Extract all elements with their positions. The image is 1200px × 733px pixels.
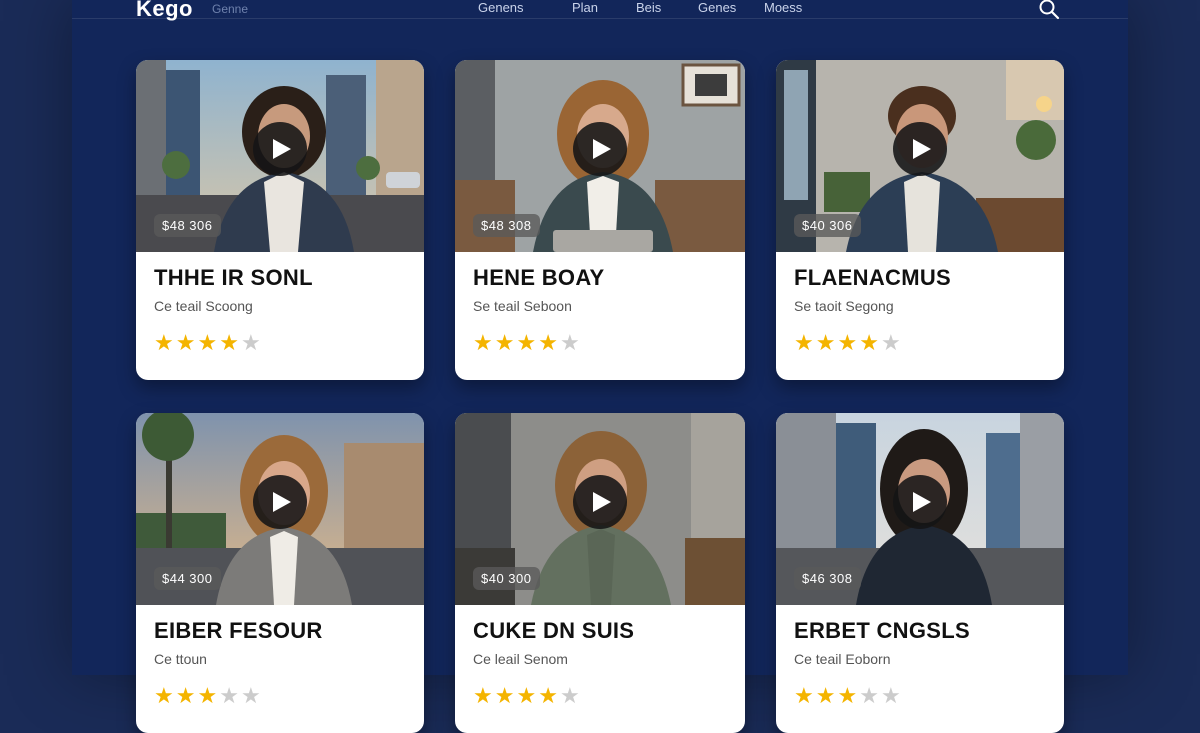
play-button[interactable]	[573, 475, 627, 529]
card-subtitle: Se taoit Segong	[794, 298, 894, 314]
star-icon: ★	[516, 683, 537, 708]
star-icon: ★	[815, 330, 836, 355]
play-button[interactable]	[573, 122, 627, 176]
card-subtitle: Ce teail Eoborn	[794, 651, 891, 667]
star-icon: ★	[815, 683, 836, 708]
video-card[interactable]: $48 308 HENE BOAY Se teail Seboon ★ ★ ★ …	[455, 60, 745, 380]
star-icon: ★	[197, 683, 218, 708]
star-icon: ★	[240, 683, 261, 708]
card-subtitle: Ce teail Scoong	[154, 298, 253, 314]
nav-item-2[interactable]: Plan	[572, 0, 636, 15]
video-thumbnail[interactable]: $46 308	[776, 413, 1064, 605]
card-subtitle: Se teail Seboon	[473, 298, 572, 314]
star-icon: ★	[880, 683, 901, 708]
play-button[interactable]	[253, 122, 307, 176]
card-title[interactable]: ERBET CNGSLS	[794, 618, 970, 644]
card-title[interactable]: THHE IR SONL	[154, 265, 313, 291]
price-badge: $46 308	[794, 567, 861, 590]
play-icon	[273, 139, 291, 159]
card-title[interactable]: EIBER FESOUR	[154, 618, 323, 644]
star-icon: ★	[197, 330, 218, 355]
play-icon	[913, 492, 931, 512]
logo-subtitle: Genne	[212, 2, 249, 16]
price-badge: $48 308	[473, 214, 540, 237]
star-icon: ★	[837, 683, 858, 708]
play-button[interactable]	[893, 475, 947, 529]
star-rating: ★ ★ ★ ★ ★	[473, 685, 580, 707]
card-title[interactable]: FLAENACMUS	[794, 265, 951, 291]
star-rating: ★ ★ ★ ★ ★	[794, 332, 901, 354]
price-badge: $40 300	[473, 567, 540, 590]
video-card[interactable]: $40 300 CUKE DN SUIS Ce leail Senom ★ ★ …	[455, 413, 745, 733]
star-icon: ★	[175, 330, 196, 355]
star-icon: ★	[794, 683, 814, 708]
nav-item-5[interactable]: Moess	[764, 0, 824, 15]
star-icon: ★	[219, 683, 239, 708]
nav-item-1[interactable]: Genens	[478, 0, 572, 15]
video-card[interactable]: $46 308 ERBET CNGSLS Ce teail Eoborn ★ ★…	[776, 413, 1064, 733]
top-navigation-bar: Kego Genne Genens Plan Beis Genes Moess	[72, 0, 1128, 22]
star-icon: ★	[473, 330, 493, 355]
star-icon: ★	[240, 330, 261, 355]
star-icon: ★	[559, 683, 580, 708]
video-card[interactable]: $44 300 EIBER FESOUR Ce ttoun ★ ★ ★ ★ ★	[136, 413, 424, 733]
search-icon[interactable]	[1038, 0, 1060, 20]
star-icon: ★	[859, 683, 879, 708]
main-nav: Genens Plan Beis Genes Moess	[478, 0, 824, 15]
play-icon	[593, 139, 611, 159]
nav-item-3[interactable]: Beis	[636, 0, 698, 15]
logo[interactable]: Kego	[136, 0, 193, 22]
star-icon: ★	[154, 330, 174, 355]
play-icon	[913, 139, 931, 159]
card-subtitle: Ce ttoun	[154, 651, 207, 667]
star-icon: ★	[494, 683, 515, 708]
nav-item-4[interactable]: Genes	[698, 0, 764, 15]
star-rating: ★ ★ ★ ★ ★	[473, 332, 580, 354]
star-icon: ★	[473, 683, 493, 708]
video-card[interactable]: $40 306 FLAENACMUS Se taoit Segong ★ ★ ★…	[776, 60, 1064, 380]
star-icon: ★	[154, 683, 174, 708]
card-title[interactable]: CUKE DN SUIS	[473, 618, 634, 644]
star-icon: ★	[794, 330, 814, 355]
star-icon: ★	[538, 330, 558, 355]
video-thumbnail[interactable]: $40 306	[776, 60, 1064, 252]
play-icon	[273, 492, 291, 512]
star-rating: ★ ★ ★ ★ ★	[794, 685, 901, 707]
star-icon: ★	[559, 330, 580, 355]
card-subtitle: Ce leail Senom	[473, 651, 568, 667]
star-rating: ★ ★ ★ ★ ★	[154, 332, 261, 354]
star-icon: ★	[219, 330, 239, 355]
price-badge: $40 306	[794, 214, 861, 237]
play-button[interactable]	[253, 475, 307, 529]
video-thumbnail[interactable]: $48 306	[136, 60, 424, 252]
card-title[interactable]: HENE BOAY	[473, 265, 604, 291]
price-badge: $44 300	[154, 567, 221, 590]
star-icon: ★	[859, 330, 879, 355]
video-thumbnail[interactable]: $48 308	[455, 60, 745, 252]
star-icon: ★	[516, 330, 537, 355]
star-icon: ★	[494, 330, 515, 355]
video-thumbnail[interactable]: $40 300	[455, 413, 745, 605]
play-button[interactable]	[893, 122, 947, 176]
star-icon: ★	[880, 330, 901, 355]
star-icon: ★	[837, 330, 858, 355]
star-icon: ★	[538, 683, 558, 708]
star-rating: ★ ★ ★ ★ ★	[154, 685, 261, 707]
price-badge: $48 306	[154, 214, 221, 237]
play-icon	[593, 492, 611, 512]
star-icon: ★	[175, 683, 196, 708]
video-thumbnail[interactable]: $44 300	[136, 413, 424, 605]
video-card[interactable]: $48 306 THHE IR SONL Ce teail Scoong ★ ★…	[136, 60, 424, 380]
app-frame: Kego Genne Genens Plan Beis Genes Moess	[72, 0, 1128, 733]
